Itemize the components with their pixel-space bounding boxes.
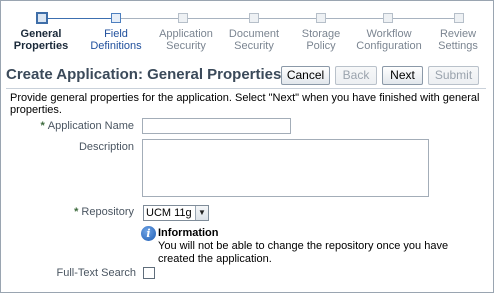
back-button-label: Back — [342, 68, 370, 82]
submit-button: Submit — [428, 66, 479, 85]
repository-selected-value: UCM 11g — [146, 207, 192, 219]
next-button[interactable]: Next — [382, 66, 423, 85]
train-stop-workflow-configuration — [383, 13, 393, 23]
description-textarea[interactable] — [142, 139, 429, 197]
train-stop-storage-policy — [316, 13, 326, 23]
info-title: Information — [158, 227, 219, 239]
train-stop-review-settings — [454, 13, 464, 23]
info-text: You will not be able to change the repos… — [158, 240, 449, 265]
back-button: Back — [335, 66, 377, 85]
train-connector — [115, 18, 460, 19]
application-name-input[interactable] — [142, 118, 291, 134]
application-name-label-text: Application Name — [47, 120, 134, 132]
submit-button-label: Submit — [434, 68, 473, 82]
required-indicator: * — [74, 206, 79, 218]
full-text-search-label: Full-Text Search — [56, 267, 136, 279]
step-label-general-properties: General Properties — [13, 28, 69, 52]
description-label: Description — [78, 141, 134, 153]
chevron-down-icon[interactable]: ▼ — [195, 206, 208, 220]
application-name-label: * Application Name — [30, 120, 135, 132]
step-label-review-settings: Review Settings — [438, 28, 478, 52]
train-connector-active — [42, 18, 115, 19]
repository-label-text: Repository — [81, 206, 134, 218]
wizard-train: General Properties Field Definitions App… — [0, 8, 494, 58]
step-label-field-definitions[interactable]: Field Definitions — [76, 28, 156, 52]
train-stop-field-definitions[interactable] — [111, 13, 121, 23]
title-divider — [6, 88, 486, 89]
repository-select[interactable]: UCM 11g ▼ — [143, 205, 209, 221]
instructions-text: Provide general properties for the appli… — [10, 92, 480, 116]
full-text-search-checkbox[interactable] — [143, 267, 155, 279]
required-indicator: * — [40, 120, 45, 132]
next-button-label: Next — [390, 68, 415, 82]
train-stop-document-security — [249, 13, 259, 23]
repository-label: * Repository — [30, 206, 134, 218]
page-title: Create Application: General Properties — [6, 66, 282, 83]
info-icon: i — [141, 226, 156, 241]
cancel-button[interactable]: Cancel — [281, 66, 330, 85]
train-stop-application-security — [178, 13, 188, 23]
cancel-button-label: Cancel — [286, 68, 325, 82]
train-stop-general-properties — [36, 12, 48, 24]
